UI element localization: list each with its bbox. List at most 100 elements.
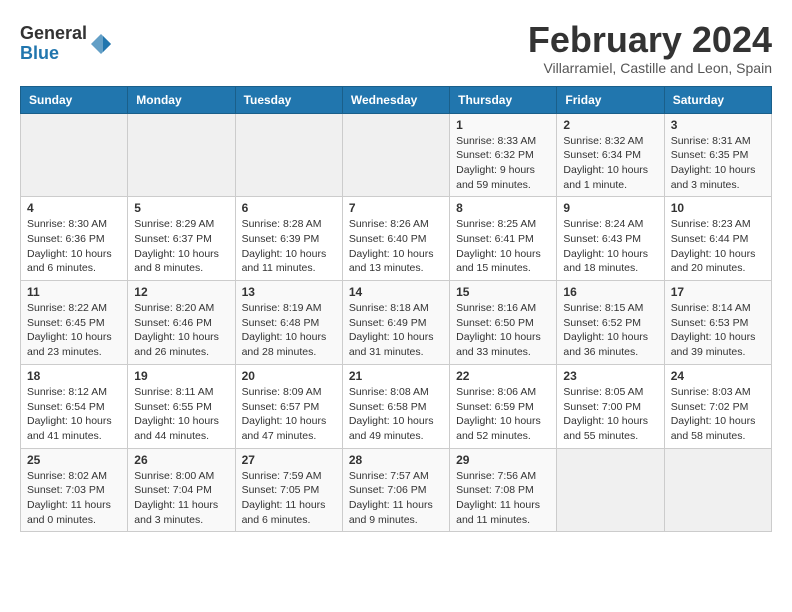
- day-info: Sunrise: 8:15 AM Sunset: 6:52 PM Dayligh…: [563, 301, 657, 360]
- day-info: Sunrise: 7:56 AM Sunset: 7:08 PM Dayligh…: [456, 469, 550, 528]
- calendar-cell: 23 Sunrise: 8:05 AM Sunset: 7:00 PM Dayli…: [557, 364, 664, 448]
- weekday-header-thursday: Thursday: [450, 86, 557, 113]
- logo-blue: Blue: [20, 44, 87, 64]
- calendar-cell: 13 Sunrise: 8:19 AM Sunset: 6:48 PM Dayli…: [235, 281, 342, 365]
- day-number: 24: [671, 369, 765, 383]
- day-info: Sunrise: 8:24 AM Sunset: 6:43 PM Dayligh…: [563, 217, 657, 276]
- day-number: 21: [349, 369, 443, 383]
- calendar-cell: 27Sunrise: 7:59 AM Sunset: 7:05 PM Dayli…: [235, 448, 342, 532]
- calendar-cell: 5 Sunrise: 8:29 AM Sunset: 6:37 PM Daylig…: [128, 197, 235, 281]
- day-info: Sunrise: 8:02 AM Sunset: 7:03 PM Dayligh…: [27, 469, 121, 528]
- calendar-cell: [664, 448, 771, 532]
- day-info: Sunrise: 8:20 AM Sunset: 6:46 PM Dayligh…: [134, 301, 228, 360]
- calendar-cell: 6 Sunrise: 8:28 AM Sunset: 6:39 PM Daylig…: [235, 197, 342, 281]
- weekday-header-row: SundayMondayTuesdayWednesdayThursdayFrid…: [21, 86, 772, 113]
- calendar-cell: [21, 113, 128, 197]
- logo: General Blue: [20, 24, 113, 64]
- calendar-week-row: 1 Sunrise: 8:33 AM Sunset: 6:32 PM Daylig…: [21, 113, 772, 197]
- calendar-cell: 29 Sunrise: 7:56 AM Sunset: 7:08 PM Dayli…: [450, 448, 557, 532]
- day-number: 18: [27, 369, 121, 383]
- day-number: 12: [134, 285, 228, 299]
- calendar-week-row: 11Sunrise: 8:22 AM Sunset: 6:45 PM Dayli…: [21, 281, 772, 365]
- day-number: 22: [456, 369, 550, 383]
- calendar-cell: 17 Sunrise: 8:14 AM Sunset: 6:53 PM Dayli…: [664, 281, 771, 365]
- day-info: Sunrise: 8:12 AM Sunset: 6:54 PM Dayligh…: [27, 385, 121, 444]
- day-info: Sunrise: 8:25 AM Sunset: 6:41 PM Dayligh…: [456, 217, 550, 276]
- day-info: Sunrise: 7:57 AM Sunset: 7:06 PM Dayligh…: [349, 469, 443, 528]
- day-info: Sunrise: 8:19 AM Sunset: 6:48 PM Dayligh…: [242, 301, 336, 360]
- weekday-header-monday: Monday: [128, 86, 235, 113]
- calendar-cell: [128, 113, 235, 197]
- month-title: February 2024: [528, 20, 772, 60]
- calendar-cell: 10Sunrise: 8:23 AM Sunset: 6:44 PM Dayli…: [664, 197, 771, 281]
- weekday-header-tuesday: Tuesday: [235, 86, 342, 113]
- page-header: General Blue February 2024 Villarramiel,…: [20, 20, 772, 76]
- calendar-cell: 15Sunrise: 8:16 AM Sunset: 6:50 PM Dayli…: [450, 281, 557, 365]
- day-number: 23: [563, 369, 657, 383]
- weekday-header-friday: Friday: [557, 86, 664, 113]
- day-number: 1: [456, 118, 550, 132]
- day-info: Sunrise: 8:31 AM Sunset: 6:35 PM Dayligh…: [671, 134, 765, 193]
- day-number: 8: [456, 201, 550, 215]
- day-info: Sunrise: 8:11 AM Sunset: 6:55 PM Dayligh…: [134, 385, 228, 444]
- day-number: 28: [349, 453, 443, 467]
- day-info: Sunrise: 8:03 AM Sunset: 7:02 PM Dayligh…: [671, 385, 765, 444]
- weekday-header-saturday: Saturday: [664, 86, 771, 113]
- day-info: Sunrise: 8:05 AM Sunset: 7:00 PM Dayligh…: [563, 385, 657, 444]
- calendar-cell: 28 Sunrise: 7:57 AM Sunset: 7:06 PM Dayli…: [342, 448, 449, 532]
- calendar-body: 1 Sunrise: 8:33 AM Sunset: 6:32 PM Daylig…: [21, 113, 772, 532]
- day-number: 19: [134, 369, 228, 383]
- day-number: 10: [671, 201, 765, 215]
- weekday-header-wednesday: Wednesday: [342, 86, 449, 113]
- day-info: Sunrise: 8:06 AM Sunset: 6:59 PM Dayligh…: [456, 385, 550, 444]
- day-number: 20: [242, 369, 336, 383]
- calendar-cell: 16 Sunrise: 8:15 AM Sunset: 6:52 PM Dayli…: [557, 281, 664, 365]
- day-info: Sunrise: 8:14 AM Sunset: 6:53 PM Dayligh…: [671, 301, 765, 360]
- calendar-cell: 19 Sunrise: 8:11 AM Sunset: 6:55 PM Dayli…: [128, 364, 235, 448]
- day-number: 6: [242, 201, 336, 215]
- day-number: 16: [563, 285, 657, 299]
- day-info: Sunrise: 8:29 AM Sunset: 6:37 PM Dayligh…: [134, 217, 228, 276]
- calendar-cell: [557, 448, 664, 532]
- day-number: 7: [349, 201, 443, 215]
- weekday-header-sunday: Sunday: [21, 86, 128, 113]
- day-info: Sunrise: 8:33 AM Sunset: 6:32 PM Dayligh…: [456, 134, 550, 193]
- day-info: Sunrise: 8:32 AM Sunset: 6:34 PM Dayligh…: [563, 134, 657, 193]
- calendar-cell: 9 Sunrise: 8:24 AM Sunset: 6:43 PM Daylig…: [557, 197, 664, 281]
- day-number: 25: [27, 453, 121, 467]
- calendar-cell: 20 Sunrise: 8:09 AM Sunset: 6:57 PM Dayli…: [235, 364, 342, 448]
- calendar-cell: [235, 113, 342, 197]
- calendar-cell: 11Sunrise: 8:22 AM Sunset: 6:45 PM Dayli…: [21, 281, 128, 365]
- calendar-cell: 7Sunrise: 8:26 AM Sunset: 6:40 PM Daylig…: [342, 197, 449, 281]
- logo-icon: [89, 32, 113, 56]
- title-block: February 2024 Villarramiel, Castille and…: [528, 20, 772, 76]
- day-info: Sunrise: 8:08 AM Sunset: 6:58 PM Dayligh…: [349, 385, 443, 444]
- day-number: 27: [242, 453, 336, 467]
- calendar-header: SundayMondayTuesdayWednesdayThursdayFrid…: [21, 86, 772, 113]
- day-number: 14: [349, 285, 443, 299]
- calendar-week-row: 18 Sunrise: 8:12 AM Sunset: 6:54 PM Dayli…: [21, 364, 772, 448]
- calendar-cell: [342, 113, 449, 197]
- day-info: Sunrise: 8:22 AM Sunset: 6:45 PM Dayligh…: [27, 301, 121, 360]
- location: Villarramiel, Castille and Leon, Spain: [528, 60, 772, 76]
- day-number: 3: [671, 118, 765, 132]
- calendar-week-row: 25 Sunrise: 8:02 AM Sunset: 7:03 PM Dayli…: [21, 448, 772, 532]
- day-number: 17: [671, 285, 765, 299]
- day-number: 13: [242, 285, 336, 299]
- day-number: 4: [27, 201, 121, 215]
- day-number: 29: [456, 453, 550, 467]
- day-info: Sunrise: 8:16 AM Sunset: 6:50 PM Dayligh…: [456, 301, 550, 360]
- calendar-cell: 22 Sunrise: 8:06 AM Sunset: 6:59 PM Dayli…: [450, 364, 557, 448]
- day-info: Sunrise: 8:09 AM Sunset: 6:57 PM Dayligh…: [242, 385, 336, 444]
- day-info: Sunrise: 8:18 AM Sunset: 6:49 PM Dayligh…: [349, 301, 443, 360]
- day-info: Sunrise: 8:28 AM Sunset: 6:39 PM Dayligh…: [242, 217, 336, 276]
- calendar-table: SundayMondayTuesdayWednesdayThursdayFrid…: [20, 86, 772, 533]
- day-number: 5: [134, 201, 228, 215]
- calendar-cell: 26Sunrise: 8:00 AM Sunset: 7:04 PM Dayli…: [128, 448, 235, 532]
- calendar-cell: 21 Sunrise: 8:08 AM Sunset: 6:58 PM Dayli…: [342, 364, 449, 448]
- day-number: 9: [563, 201, 657, 215]
- logo-general: General: [20, 24, 87, 44]
- calendar-cell: 2Sunrise: 8:32 AM Sunset: 6:34 PM Daylig…: [557, 113, 664, 197]
- calendar-cell: 8 Sunrise: 8:25 AM Sunset: 6:41 PM Daylig…: [450, 197, 557, 281]
- calendar-cell: 1 Sunrise: 8:33 AM Sunset: 6:32 PM Daylig…: [450, 113, 557, 197]
